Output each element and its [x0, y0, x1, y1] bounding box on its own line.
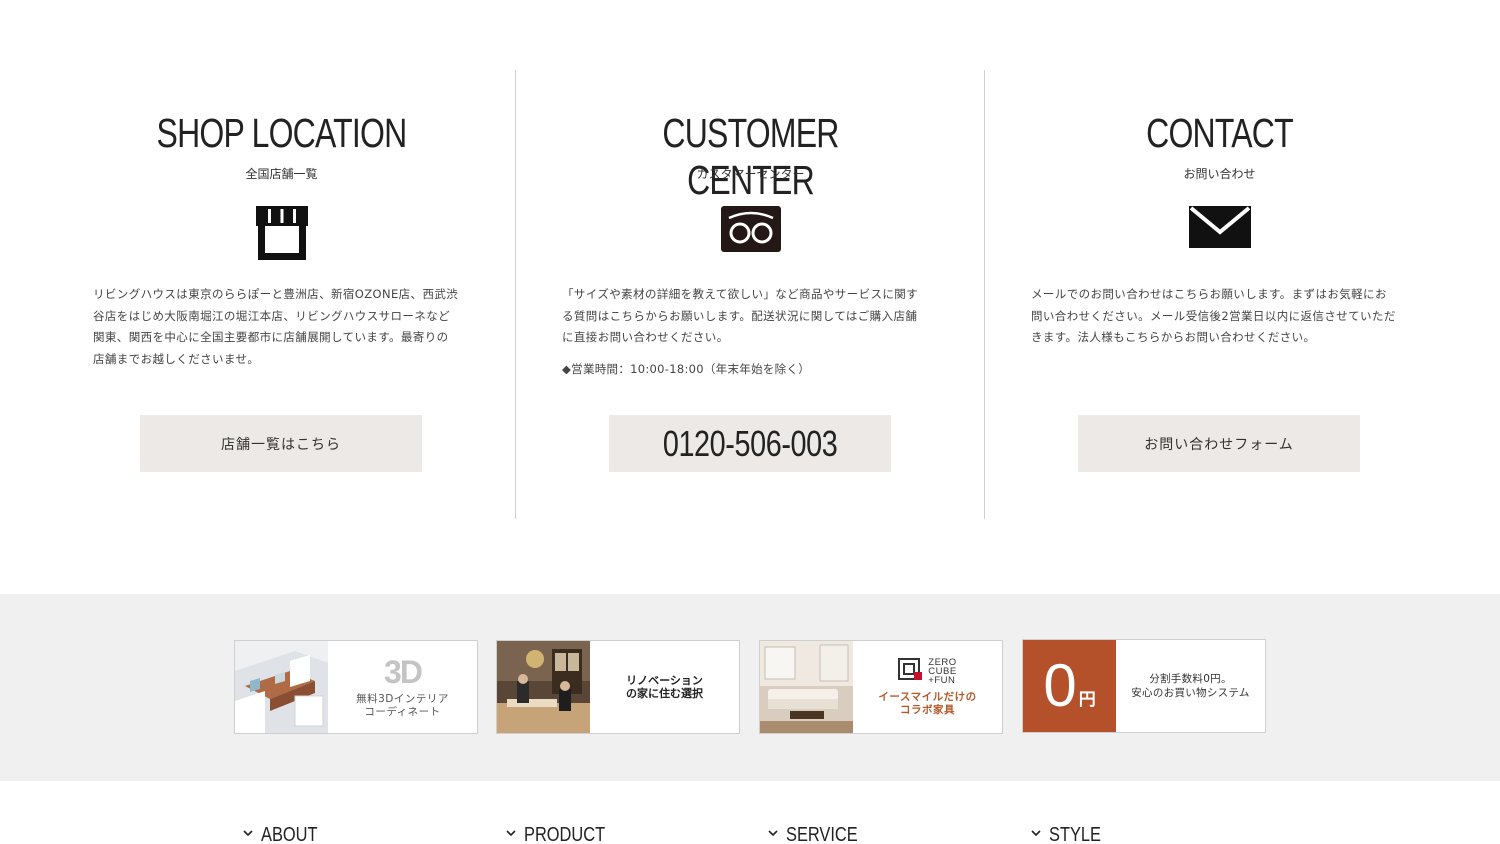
shop-location-title: SHOP LOCATION	[156, 110, 408, 156]
description-line: リビングハウスは東京のららぽーと豊洲店、新宿OZONE店、西武渋	[93, 287, 459, 301]
banner-text: リノベーション の家に住む選択	[590, 641, 739, 733]
customer-center-title: CUSTOMER CENTER	[662, 110, 839, 203]
contact-column: CONTACT お問い合わせ メールでのお問い合わせはこちらお願いします。まずは…	[1031, 0, 1408, 594]
footer-nav-label: ABOUT	[261, 824, 318, 844]
banner-line: 無料3Dインテリア	[356, 693, 449, 705]
contact-form-button[interactable]: お問い合わせフォーム	[1078, 415, 1360, 472]
business-hours: ◆営業時間：10:00-18:00（年末年始を除く）	[562, 362, 811, 376]
banner-line: 安心のお買い物システム	[1131, 687, 1250, 699]
column-divider	[984, 70, 985, 519]
zero-number: 0	[1043, 652, 1077, 719]
logo-line: +FUN	[928, 674, 956, 686]
banner-strip: 3D 無料3Dインテリア コーディネート リノベーション の家に住む選択 ZER…	[0, 594, 1500, 781]
customer-center-subtitle: カスタマーセンター	[696, 167, 805, 181]
banner-renovation[interactable]: リノベーション の家に住む選択	[496, 640, 740, 734]
chevron-down-icon	[768, 829, 778, 836]
renovation-photo	[497, 641, 590, 733]
banner-line: コーディネート	[364, 706, 441, 718]
shop-location-description: リビングハウスは東京のららぽーと豊洲店、新宿OZONE店、西武渋 谷店をはじめ大…	[93, 284, 470, 370]
description-line: メールでのお問い合わせはこちらお願いします。まずはお気軽にお	[1031, 287, 1387, 301]
customer-center-description: 「サイズや素材の詳細を教えて欲しい」など商品やサービスに関す る質問はこちらから…	[562, 284, 939, 349]
shop-list-button[interactable]: 店舗一覧はこちら	[140, 415, 422, 472]
banner-3d-coordinate[interactable]: 3D 無料3Dインテリア コーディネート	[234, 640, 478, 734]
footer-nav-service[interactable]: SERVICE	[768, 824, 873, 844]
banner-line: コラボ家具	[900, 703, 955, 716]
description-line: 関東、関西を中心に全国主要都市に店舗展開しています。最寄りの	[93, 330, 449, 344]
phone-number-button[interactable]: 0120-506-003	[609, 415, 891, 472]
storefront-icon	[255, 206, 308, 264]
yen-unit: 円	[1078, 689, 1096, 710]
room-3d-image	[235, 641, 328, 733]
footer-nav-label: STYLE	[1049, 824, 1101, 844]
description-line: 店舗までお越しくださいませ。	[93, 351, 260, 366]
contact-description: メールでのお問い合わせはこちらお願いします。まずはお気軽にお 問い合わせください…	[1031, 284, 1408, 349]
envelope-icon	[1188, 206, 1251, 252]
description-line: 「サイズや素材の詳細を教えて欲しい」など商品やサービスに関す	[562, 287, 919, 301]
footer-nav-about[interactable]: ABOUT	[243, 824, 330, 844]
shop-location-column: SHOP LOCATION 全国店舗一覧 リビングハウスは東京のららぽーと豊洲店…	[93, 0, 470, 594]
shop-location-subtitle: 全国店舗一覧	[245, 167, 318, 181]
description-line: 問い合わせください。メール受信後2営業日以内に返信させていただ	[1031, 308, 1396, 323]
banner-zero-fee[interactable]: 0 円 分割手数料0円。 安心のお買い物システム	[1022, 639, 1266, 733]
footer-nav-label: PRODUCT	[524, 824, 606, 844]
description-line: る質問はこちらからお願いします。配送状況に関してはご購入店舗	[562, 308, 918, 323]
zerocube-logo: ZERO CUBE +FUN	[898, 657, 956, 686]
banner-text: 分割手数料0円。 安心のお買い物システム	[1116, 640, 1265, 732]
chevron-down-icon	[243, 829, 253, 836]
column-divider	[515, 70, 516, 519]
description-line: 谷店をはじめ大阪南堀江の堀江本店、リビングハウスサローネなど	[93, 308, 450, 323]
banner-text: 3D 無料3Dインテリア コーディネート	[328, 641, 477, 733]
3d-badge: 3D	[384, 654, 423, 690]
contact-title: CONTACT	[1146, 110, 1294, 156]
contact-subtitle: お問い合わせ	[1183, 167, 1256, 181]
info-section: SHOP LOCATION 全国店舗一覧 リビングハウスは東京のららぽーと豊洲店…	[0, 0, 1500, 594]
banner-line: 分割手数料0円。	[1149, 673, 1232, 685]
footer-nav-product[interactable]: PRODUCT	[506, 824, 623, 844]
banner-zerocube-collab[interactable]: ZERO CUBE +FUN イースマイルだけの コラボ家具	[759, 640, 1003, 734]
freedial-icon	[720, 206, 781, 256]
living-room-photo	[760, 641, 853, 733]
banner-line: イースマイルだけの	[878, 690, 977, 703]
banner-line: リノベーション	[626, 674, 703, 687]
chevron-down-icon	[1031, 829, 1041, 836]
footer-nav-style[interactable]: STYLE	[1031, 824, 1112, 844]
zero-yen-badge: 0 円	[1023, 640, 1116, 732]
chevron-down-icon	[506, 829, 516, 836]
customer-center-column: CUSTOMER CENTER カスタマーセンター 「サイズや素材の詳細を教えて…	[562, 0, 939, 594]
description-line: きます。法人様もこちらからお問い合わせください。	[1031, 330, 1316, 344]
footer-nav: ABOUT PRODUCT SERVICE STYLE	[0, 781, 1500, 844]
banner-text: ZERO CUBE +FUN イースマイルだけの コラボ家具	[853, 641, 1002, 733]
banner-line: の家に住む選択	[626, 687, 703, 700]
footer-nav-label: SERVICE	[786, 824, 858, 844]
phone-number: 0120-506-003	[662, 422, 838, 464]
description-line: に直接お問い合わせください。	[562, 330, 729, 344]
